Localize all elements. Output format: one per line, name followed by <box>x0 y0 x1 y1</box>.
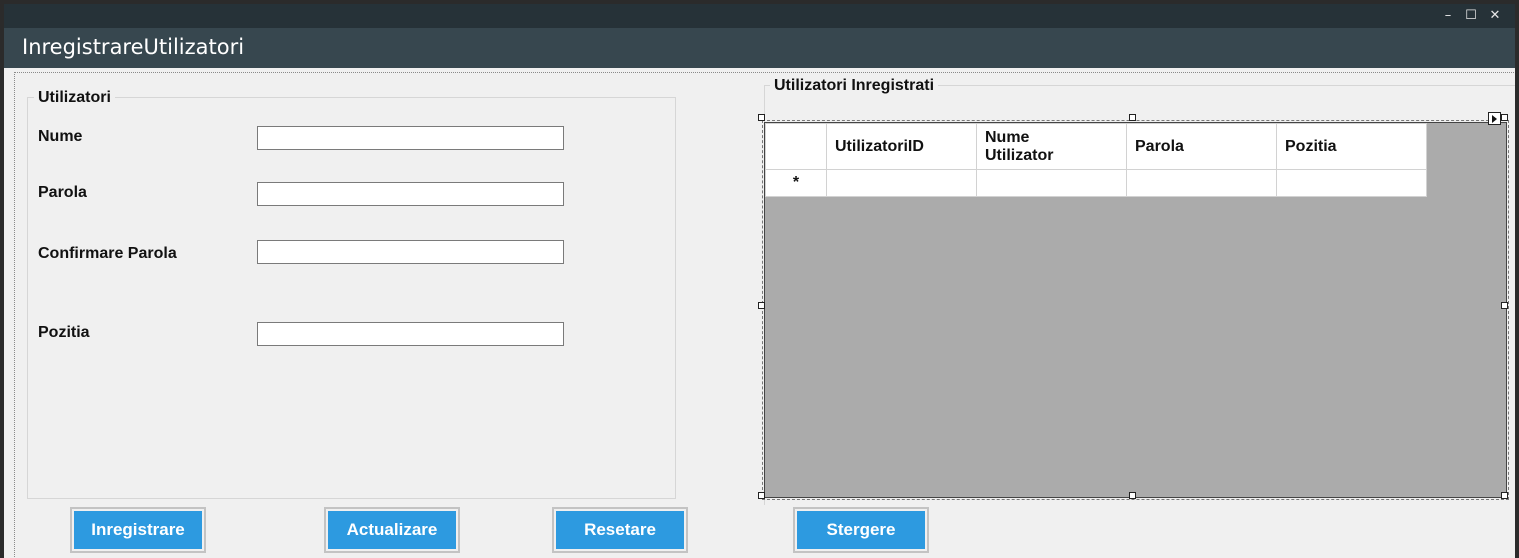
close-icon[interactable]: ✕ <box>1484 6 1506 26</box>
name-input[interactable] <box>257 126 564 150</box>
column-header-nume-utilizator[interactable]: Nume Utilizator <box>976 123 1127 170</box>
column-header-parola[interactable]: Parola <box>1126 123 1277 170</box>
users-groupbox-legend: Utilizatori <box>34 89 115 107</box>
confirm-password-label: Confirmare Parola <box>38 245 177 262</box>
window-top-bar: – ☐ ✕ <box>4 4 1515 28</box>
resize-handle[interactable] <box>758 114 765 121</box>
table-cell[interactable] <box>1126 169 1277 197</box>
reset-button[interactable]: Resetare <box>552 507 688 553</box>
registered-users-legend: Utilizatori Inregistrati <box>770 77 939 95</box>
update-button-label: Actualizare <box>328 511 456 549</box>
window-title: InregistrareUtilizatori <box>22 35 245 59</box>
position-label: Pozitia <box>38 324 90 341</box>
resize-handle[interactable] <box>1501 302 1508 309</box>
users-groupbox <box>27 97 676 499</box>
name-label: Nume <box>38 128 83 145</box>
users-datagrid[interactable]: UtilizatoriID Nume Utilizator Parola Poz… <box>762 120 1509 500</box>
row-header-corner[interactable] <box>765 123 827 170</box>
register-button-label: Inregistrare <box>74 511 202 549</box>
table-header-row: UtilizatoriID Nume Utilizator Parola Poz… <box>765 123 1427 170</box>
table-cell[interactable] <box>976 169 1127 197</box>
column-header-utilizatoriid[interactable]: UtilizatoriID <box>826 123 977 170</box>
resize-handle[interactable] <box>1129 492 1136 499</box>
position-input[interactable] <box>257 322 564 346</box>
new-row-marker[interactable]: * <box>765 169 827 197</box>
table-row: * <box>765 169 1427 197</box>
users-table: UtilizatoriID Nume Utilizator Parola Poz… <box>765 123 1427 197</box>
maximize-icon[interactable]: ☐ <box>1460 6 1482 26</box>
resize-handle[interactable] <box>1129 114 1136 121</box>
password-input[interactable] <box>257 182 564 206</box>
minimize-icon[interactable]: – <box>1437 6 1459 26</box>
title-bar: InregistrareUtilizatori <box>4 28 1515 68</box>
update-button[interactable]: Actualizare <box>324 507 460 553</box>
confirm-password-input[interactable] <box>257 240 564 264</box>
column-header-nume-utilizator-label: Nume Utilizator <box>985 128 1054 164</box>
delete-button-label: Stergere <box>797 511 925 549</box>
main-window: – ☐ ✕ InregistrareUtilizatori Utilizator… <box>4 4 1515 558</box>
register-button[interactable]: Inregistrare <box>70 507 206 553</box>
reset-button-label: Resetare <box>556 511 684 549</box>
password-label: Parola <box>38 184 87 201</box>
column-header-pozitia[interactable]: Pozitia <box>1276 123 1427 170</box>
resize-handle[interactable] <box>758 492 765 499</box>
resize-handle[interactable] <box>758 302 765 309</box>
smart-tag-arrow-icon[interactable] <box>1488 112 1501 125</box>
resize-handle[interactable] <box>1501 492 1508 499</box>
table-cell[interactable] <box>1276 169 1427 197</box>
resize-handle[interactable] <box>1501 114 1508 121</box>
delete-button[interactable]: Stergere <box>793 507 929 553</box>
table-cell[interactable] <box>826 169 977 197</box>
